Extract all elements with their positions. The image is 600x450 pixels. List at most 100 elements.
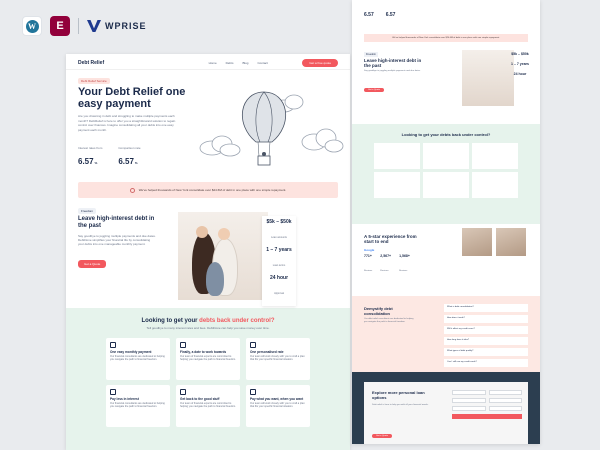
stat-item: $5k – $50k Loan amounts xyxy=(266,219,292,239)
section-tag: Freedom xyxy=(364,52,379,57)
ratings-row: 771+ Reviews 2,567+ Reviews 1,568+ Reviews xyxy=(364,254,410,276)
wallet-icon xyxy=(250,389,256,395)
feature-card: Pay what you want, when you want Our team… xyxy=(246,385,310,427)
features-section: Looking to get your debts back under con… xyxy=(66,308,350,450)
faq-section: Demystify debt consolidation Our debt re… xyxy=(352,296,540,372)
brand-bar: W E WPRISE xyxy=(22,16,147,36)
right-hero-bottom: 6.57 6.57 xyxy=(352,0,540,30)
rate-comparison: Comparison rate 6.57% xyxy=(118,146,141,166)
nav-link-blog[interactable]: Blog xyxy=(242,61,248,65)
stat-item: 1 – 7 years Loan terms xyxy=(266,247,292,267)
rating-item: 1,568+ Reviews xyxy=(399,254,410,272)
features-title: Looking to get your debts back under con… xyxy=(401,132,491,137)
features-section: Looking to get your debts back under con… xyxy=(352,124,540,224)
faq-list: What is debt consolidation? How does it … xyxy=(444,304,528,370)
section-tag: Freedom xyxy=(78,208,97,214)
elementor-logo-icon: E xyxy=(50,16,70,36)
feature-card xyxy=(374,172,420,198)
rate-value: 6.57 xyxy=(364,12,374,18)
feature-card: One easy monthly payment Our financial co… xyxy=(106,338,170,380)
form-field[interactable] xyxy=(488,398,522,403)
form-field[interactable] xyxy=(452,398,486,403)
faq-item[interactable]: How long does it take? xyxy=(444,337,528,345)
section-description: Say goodbye to juggling multiple payment… xyxy=(364,70,421,72)
section-title: Leave high-interest debt in the past xyxy=(78,216,155,229)
feature-card xyxy=(423,172,469,198)
section-description: Our debt relief consultants are dedicate… xyxy=(364,318,414,323)
google-logo: Google xyxy=(364,248,375,252)
info-icon xyxy=(129,187,135,193)
calendar-icon xyxy=(110,342,116,348)
faq-item[interactable]: Will it affect my credit score? xyxy=(444,326,528,334)
freedom-section: Freedom Leave high-interest debt in the … xyxy=(352,42,540,124)
features-grid xyxy=(352,143,540,198)
nav-link-home[interactable]: Home xyxy=(209,61,217,65)
section-description: Debt relief is here to help you with all… xyxy=(372,404,429,406)
get-quote-button[interactable]: Get a Quote xyxy=(364,88,384,92)
rating-item: 2,567+ Reviews xyxy=(380,254,392,272)
form-field[interactable] xyxy=(452,390,486,395)
rate-value: 6.57 xyxy=(118,157,134,166)
notice-text: We've helped thousands of New York conso… xyxy=(138,188,287,192)
feature-card: One personalised rate Our team will work … xyxy=(246,338,310,380)
mini-rates: 6.57 6.57 xyxy=(364,12,395,18)
faq-item[interactable]: Can I still use my credit cards? xyxy=(444,359,528,367)
feature-card xyxy=(423,143,469,169)
form-field[interactable] xyxy=(452,406,486,411)
get-quote-button[interactable]: Get a Quote xyxy=(78,260,107,268)
rate-label: Interest rates from xyxy=(78,146,103,150)
feature-card: Pay less in interest Our financial consul… xyxy=(106,385,170,427)
faq-item[interactable]: What is debt consolidation? xyxy=(444,304,528,312)
site-nav: Debt Relief Home Debts Blog Contact Get … xyxy=(66,56,350,70)
hero-section: Debt Relief Service Your Debt Relief one… xyxy=(66,70,350,182)
reviews-section: A 5-star experience from start to end Go… xyxy=(352,224,540,296)
nav-cta-button[interactable]: Get a free quote xyxy=(302,58,338,67)
target-icon xyxy=(180,342,186,348)
loan-stats-card: $5k – $50k Loan amounts 1 – 7 years Loan t… xyxy=(262,216,296,306)
piggy-bank-icon xyxy=(110,389,116,395)
nav-links: Home Debts Blog Contact xyxy=(209,61,268,65)
features-grid: One easy monthly payment Our financial co… xyxy=(66,338,350,427)
page-preview-left: Debt Relief Home Debts Blog Contact Get … xyxy=(66,54,350,450)
loan-options-section: Explore more personal loan options Debt … xyxy=(352,372,540,444)
rate-label: Comparison rate xyxy=(118,146,141,150)
section-title: Demystify debt consolidation xyxy=(364,306,393,316)
features-title: Looking to get your debts back under con… xyxy=(141,318,275,324)
rate-value: 6.57 xyxy=(385,12,396,18)
hero-title: Your Debt Relief one easy payment xyxy=(78,86,186,110)
hero-tag: Debt Relief Service xyxy=(78,78,110,84)
product-name: WPRISE xyxy=(105,21,147,31)
site-logo[interactable]: Debt Relief xyxy=(78,60,104,66)
wprise-mark-icon xyxy=(87,20,101,32)
form-field[interactable] xyxy=(488,390,522,395)
family-photo xyxy=(178,212,268,300)
rate-value: 6.57 xyxy=(78,157,94,166)
section-title: Explore more personal loan options xyxy=(372,390,425,400)
customer-photo xyxy=(462,228,492,256)
form-field[interactable] xyxy=(488,406,522,411)
wprise-logo: WPRISE xyxy=(87,20,147,32)
percent-icon xyxy=(250,342,256,348)
features-subtitle: Tell goodbye to many interest rates and … xyxy=(146,326,270,330)
nav-link-contact[interactable]: Contact xyxy=(257,61,267,65)
section-title: A 5-star experience from start to end xyxy=(364,234,417,244)
customer-photos xyxy=(462,228,526,256)
faq-item[interactable]: How does it work? xyxy=(444,315,528,323)
get-quote-button[interactable]: Get a Quote xyxy=(372,434,392,438)
quote-form xyxy=(452,390,522,419)
nav-link-debts[interactable]: Debts xyxy=(226,61,234,65)
section-title: Leave high-interest debt in the past xyxy=(364,58,422,68)
family-photo xyxy=(462,50,514,106)
balloon-illustration xyxy=(199,91,344,166)
feature-card: Finally, a date to work towards Our team … xyxy=(176,338,240,380)
loan-stats-card: $5k – $50k 1 – 7 years 24 hour xyxy=(511,52,529,76)
faq-item[interactable]: What types of debt qualify? xyxy=(444,348,528,356)
hero-rates: Interest rates from 6.57% Comparison rat… xyxy=(78,146,141,169)
feature-card xyxy=(374,143,420,169)
freedom-section: Freedom Leave high-interest debt in the … xyxy=(66,198,350,308)
smile-icon xyxy=(180,389,186,395)
rate-interest: Interest rates from 6.57% xyxy=(78,146,103,166)
notice-banner: We've helped thousands of New York conso… xyxy=(364,34,528,42)
form-submit-button[interactable] xyxy=(452,414,522,419)
brand-divider xyxy=(78,18,79,34)
